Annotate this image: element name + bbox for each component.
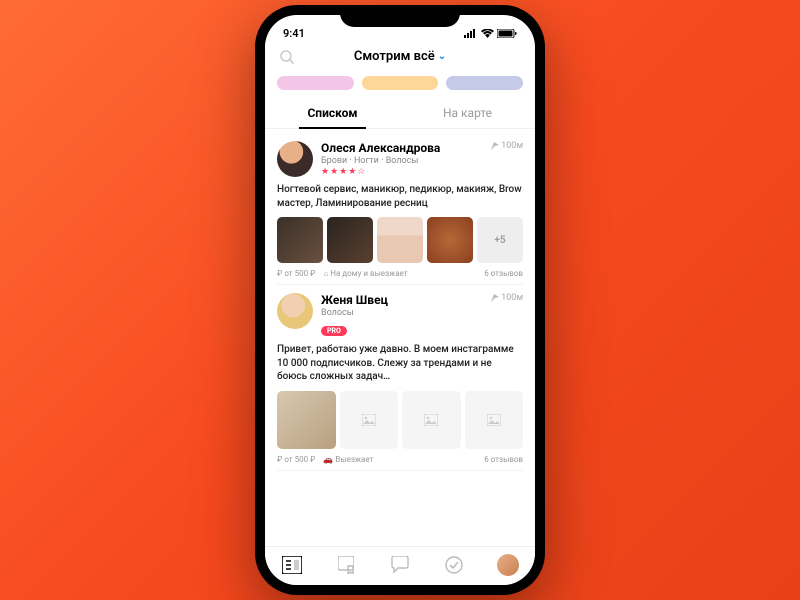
tab-profile[interactable] (496, 553, 520, 577)
ruble-icon: ₽ (277, 455, 282, 464)
portfolio-thumb[interactable] (277, 391, 336, 450)
price: ₽ от 500 ₽ (277, 455, 315, 464)
portfolio-more[interactable]: +5 (477, 217, 523, 263)
tab-bar (265, 546, 535, 585)
wifi-icon (481, 29, 494, 38)
portfolio-thumb-placeholder[interactable] (340, 391, 399, 450)
card-footer: ₽ от 500 ₽ 🚗 Выезжает 6 отзывов (277, 455, 523, 464)
category-pill[interactable] (362, 76, 439, 90)
notch (340, 5, 460, 27)
bookmark-icon (338, 556, 354, 574)
header-title-dropdown[interactable]: Смотрим всё ⌄ (354, 49, 446, 64)
profile-avatar-icon (497, 554, 519, 576)
tab-bookmarks[interactable] (334, 553, 358, 577)
provider-description: Ногтевой сервис, маникюр, педикюр, макия… (277, 183, 523, 210)
tab-check[interactable] (442, 553, 466, 577)
tab-list[interactable]: Списком (265, 100, 400, 128)
location-icon (491, 142, 499, 150)
battery-icon (497, 29, 517, 38)
status-icons (464, 29, 517, 38)
portfolio-thumb[interactable] (277, 217, 323, 263)
avatar[interactable] (277, 293, 313, 329)
signal-icon (464, 29, 478, 38)
portfolio-thumb-placeholder[interactable] (465, 391, 524, 450)
results-list[interactable]: Олеся Александрова 100м Брови · Ногти · … (265, 129, 535, 546)
category-pill[interactable] (277, 76, 354, 90)
price: ₽ от 500 ₽ (277, 269, 315, 278)
portfolio-thumb[interactable] (427, 217, 473, 263)
distance: 100м (491, 293, 523, 303)
avatar[interactable] (277, 141, 313, 177)
feed-icon (282, 556, 302, 574)
category-pills (265, 70, 535, 90)
portfolio-thumbs: +5 (277, 217, 523, 263)
status-time: 9:41 (283, 27, 305, 40)
chevron-down-icon: ⌄ (438, 51, 446, 62)
view-tabs: Списком На карте (265, 90, 535, 129)
screen: 9:41 Смотрим всё ⌄ Списком На карте (265, 15, 535, 585)
tab-feed[interactable] (280, 553, 304, 577)
ruble-icon: ₽ (277, 269, 282, 278)
reviews-count[interactable]: 6 отзывов (484, 455, 523, 464)
tab-chat[interactable] (388, 553, 412, 577)
image-icon (362, 414, 376, 426)
check-icon (445, 556, 463, 574)
provider-card[interactable]: Олеся Александрова 100м Брови · Ногти · … (277, 133, 523, 285)
rating-stars: ★★★★☆ (321, 167, 523, 177)
home-icon: ⌂ (323, 269, 328, 278)
header: Смотрим всё ⌄ (265, 43, 535, 70)
portfolio-thumb-placeholder[interactable] (402, 391, 461, 450)
service-mode: ⌂ На дому и выезжает (323, 269, 407, 278)
reviews-count[interactable]: 6 отзывов (484, 269, 523, 278)
service-mode: 🚗 Выезжает (323, 455, 373, 464)
pro-badge: PRO (321, 326, 347, 336)
card-footer: ₽ от 500 ₽ ⌂ На дому и выезжает 6 отзыво… (277, 269, 523, 278)
category-pill[interactable] (446, 76, 523, 90)
chat-icon (390, 556, 410, 574)
image-icon (487, 414, 501, 426)
image-icon (424, 414, 438, 426)
portfolio-thumb[interactable] (327, 217, 373, 263)
tab-map[interactable]: На карте (400, 100, 535, 128)
provider-categories: Брови · Ногти · Волосы (321, 156, 523, 166)
search-icon[interactable] (279, 49, 295, 65)
provider-description: Привет, работаю уже давно. В моем инстаг… (277, 343, 523, 384)
car-icon: 🚗 (323, 455, 333, 464)
provider-categories: Волосы (321, 308, 523, 318)
provider-name: Женя Швец (321, 293, 388, 307)
provider-card[interactable]: Женя Швец 100м Волосы PRO Привет, работа… (277, 285, 523, 471)
portfolio-thumb[interactable] (377, 217, 423, 263)
distance: 100м (491, 141, 523, 151)
header-title-text: Смотрим всё (354, 49, 435, 64)
provider-name: Олеся Александрова (321, 141, 440, 155)
portfolio-thumbs (277, 391, 523, 450)
location-icon (491, 294, 499, 302)
phone-frame: 9:41 Смотрим всё ⌄ Списком На карте (255, 5, 545, 595)
